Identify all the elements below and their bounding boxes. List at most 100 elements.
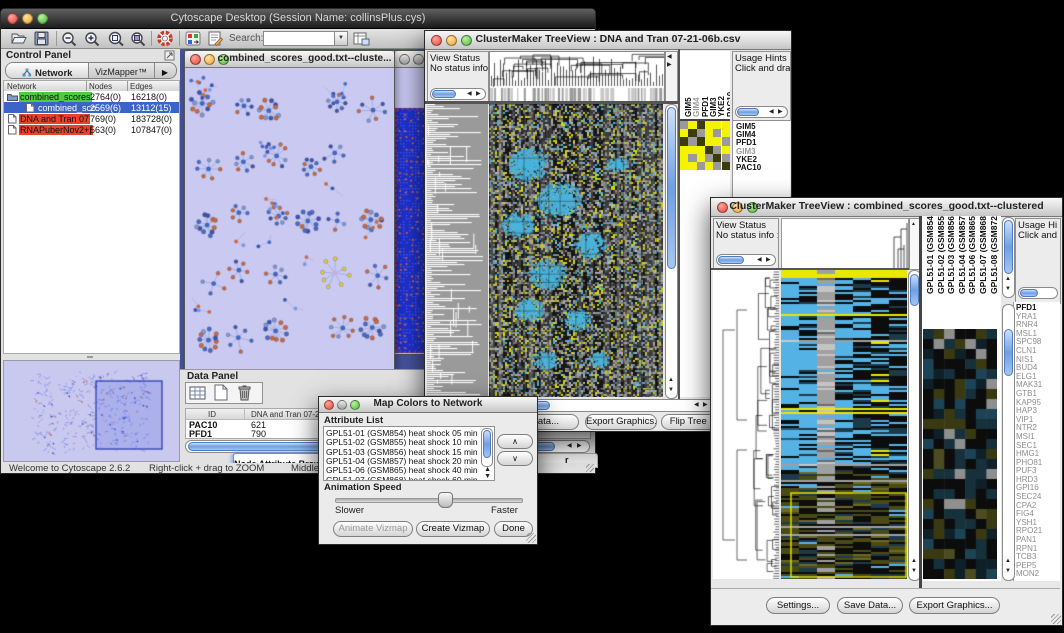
tv2-gene-label[interactable]: NIS1 <box>1016 355 1042 364</box>
zoom-out-icon[interactable] <box>61 31 78 47</box>
tv2-column-label[interactable]: GPL51-06 (GSM865) <box>967 218 977 294</box>
tv2-gene-label[interactable]: GTB1 <box>1016 389 1042 398</box>
tab-network[interactable]: Network <box>6 63 89 78</box>
tv2-gene-label[interactable]: GPI16 <box>1016 483 1042 492</box>
tv2-gene-label[interactable]: PFD1 <box>1016 303 1042 312</box>
float-panel-icon[interactable] <box>164 50 175 61</box>
tv2-column-label[interactable]: GPL51-02 (GSM855) <box>936 218 946 294</box>
tv2-gene-label[interactable]: CPA2 <box>1016 501 1042 510</box>
tv1-column-label[interactable]: YKE2 <box>717 53 726 117</box>
tv1-gene-label[interactable]: GIM5 <box>736 122 761 130</box>
tv2-gene-label[interactable]: MON2 <box>1016 569 1042 578</box>
open-file-icon[interactable] <box>10 31 28 46</box>
scroll-up-arrow[interactable]: ▲ <box>911 558 917 564</box>
minimize-button[interactable] <box>413 54 424 65</box>
main-titlebar[interactable]: Cytoscape Desktop (Session Name: collins… <box>1 9 595 29</box>
move-down-button[interactable]: ∨ <box>497 451 533 466</box>
tv2-gene-label[interactable]: KAP95 <box>1016 398 1042 407</box>
view-status-scrollbar[interactable]: ◀ ▶ <box>716 254 776 266</box>
tv1-column-dendrogram[interactable] <box>489 51 665 103</box>
tv2-gene-label[interactable]: VIP1 <box>1016 415 1042 424</box>
tv2-gene-label[interactable]: SEC24 <box>1016 492 1042 501</box>
tv1-column-label[interactable]: PAC10 <box>726 53 731 117</box>
tv2-gene-label[interactable]: YSH1 <box>1016 518 1042 527</box>
birdseye-view[interactable] <box>3 360 180 462</box>
tv2-gene-label[interactable]: BUD4 <box>1016 363 1042 372</box>
tv2-gene-label[interactable]: NTR2 <box>1016 423 1042 432</box>
network-row[interactable]: DNA and Tran 07769(0)183728(0) <box>4 113 179 124</box>
tv2-gene-label[interactable]: MSI1 <box>1016 432 1042 441</box>
tv2-gene-label[interactable]: ELG1 <box>1016 372 1042 381</box>
settings--button[interactable]: Settings... <box>766 597 830 614</box>
tv2-gene-label[interactable]: RNR4 <box>1016 320 1042 329</box>
zoom-selected-icon[interactable] <box>130 31 147 47</box>
zoom-fit-icon[interactable] <box>107 31 126 47</box>
close-button[interactable] <box>399 54 410 65</box>
treeview2-titlebar[interactable]: ClusterMaker TreeView : combined_scores_… <box>711 198 1062 217</box>
scroll-right-arrow[interactable]: ▶ <box>577 443 582 449</box>
treeview1-titlebar[interactable]: ClusterMaker TreeView : DNA and Tran 07-… <box>425 31 791 50</box>
tv1-heatmap[interactable] <box>489 104 663 397</box>
move-up-button[interactable]: ∧ <box>497 434 533 449</box>
tv2-zoom-heatmap[interactable] <box>923 329 997 579</box>
speed-slider-thumb[interactable] <box>438 492 453 508</box>
scroll-down-arrow[interactable]: ▼ <box>484 474 491 480</box>
minimize-button[interactable] <box>204 54 215 65</box>
id-column-header[interactable]: ID <box>208 410 216 419</box>
network1-canvas[interactable] <box>185 68 392 368</box>
search-input[interactable] <box>263 31 337 46</box>
tv2-row-dendrogram[interactable] <box>713 270 779 579</box>
zoom-in-icon[interactable] <box>84 31 101 47</box>
attribute-list[interactable]: ▲ ▼ GPL51-01 (GSM854) heat shock 05 minG… <box>323 426 495 481</box>
scroll-right-arrow[interactable]: ▶ <box>476 91 481 97</box>
tv1-gene-label[interactable]: PAC10 <box>736 163 761 171</box>
scroll-down-arrow[interactable]: ▼ <box>911 568 917 574</box>
tv2-gene-label[interactable]: MSL1 <box>1016 329 1042 338</box>
tab-vizmapper[interactable]: VizMapper™ <box>88 63 155 78</box>
table-icon[interactable] <box>189 385 207 401</box>
tv2-gene-label[interactable]: PUF3 <box>1016 466 1042 475</box>
tv2-heatmap[interactable] <box>781 270 907 579</box>
tv2-gene-label[interactable]: YRA1 <box>1016 312 1042 321</box>
tv2-gene-label[interactable]: CLN1 <box>1016 346 1042 355</box>
tv1-column-label[interactable]: GIM4 <box>692 53 701 117</box>
usage-hints-scrollbar[interactable] <box>1018 287 1058 299</box>
scroll-left-arrow[interactable]: ◀ <box>467 91 472 97</box>
vizmap-icon[interactable] <box>185 31 201 46</box>
tv2-gene-label[interactable]: RPN1 <box>1016 544 1042 553</box>
birdseye-splitter[interactable] <box>3 354 178 359</box>
tv2-column-label[interactable]: GPL51-08 (GSM872) <box>989 218 999 294</box>
tv1-gene-label[interactable]: GIM4 <box>736 130 761 138</box>
animate-vizmap-button[interactable]: Animate Vizmap <box>333 521 413 537</box>
tv2-gene-label[interactable]: PHO81 <box>1016 458 1042 467</box>
scroll-down-arrow[interactable]: ▼ <box>668 387 674 393</box>
tv2-column-label[interactable]: GPL51-01 (GSM854) <box>925 218 935 294</box>
tv1-gene-label[interactable]: PFD1 <box>736 138 761 146</box>
view-status-scrollbar[interactable]: ◀ ▶ <box>430 88 486 100</box>
scroll-up-arrow[interactable]: ▲ <box>668 377 674 383</box>
col-network[interactable]: Network <box>7 82 36 91</box>
usage-hints-scrollbar[interactable]: ◀ ▶ <box>735 106 788 118</box>
tv2-gene-label[interactable]: TCB3 <box>1016 552 1042 561</box>
dialog-titlebar[interactable]: Map Colors to Network <box>319 397 537 413</box>
tv2-gene-label[interactable]: PAN1 <box>1016 535 1042 544</box>
attribute-list-item[interactable]: GPL51-07 (GSM868) heat shock 60 min <box>326 475 478 482</box>
search-dropdown-button[interactable]: ▼ <box>334 31 348 46</box>
speed-slider-track[interactable] <box>335 498 523 503</box>
tv2-column-label[interactable]: GPL51-03 (GSM856) <box>946 218 956 294</box>
new-document-icon[interactable] <box>213 384 229 401</box>
tv2-gene-label[interactable]: PEP5 <box>1016 561 1042 570</box>
scroll-left-arrow[interactable]: ◀ <box>567 443 572 449</box>
tv1-vscrollbar[interactable]: ▲ ▼ <box>665 104 678 399</box>
tv2-gene-label[interactable]: HAP3 <box>1016 406 1042 415</box>
tv2-gene-label[interactable]: SPC98 <box>1016 337 1042 346</box>
save-data--button[interactable]: Save Data... <box>837 597 903 614</box>
network-row[interactable]: combined_sco2569(6)13112(15) <box>4 102 179 113</box>
tv2-column-dendrogram[interactable] <box>781 218 909 270</box>
attribute-browser-icon[interactable] <box>353 31 370 46</box>
tv2-gene-label[interactable]: HRD3 <box>1016 475 1042 484</box>
export-graphics--button[interactable]: Export Graphics... <box>585 414 657 430</box>
tv2-gene-label[interactable]: MAK31 <box>1016 380 1042 389</box>
tv1-mini-heatmap[interactable] <box>680 121 730 170</box>
col-edges[interactable]: Edges <box>130 82 153 91</box>
